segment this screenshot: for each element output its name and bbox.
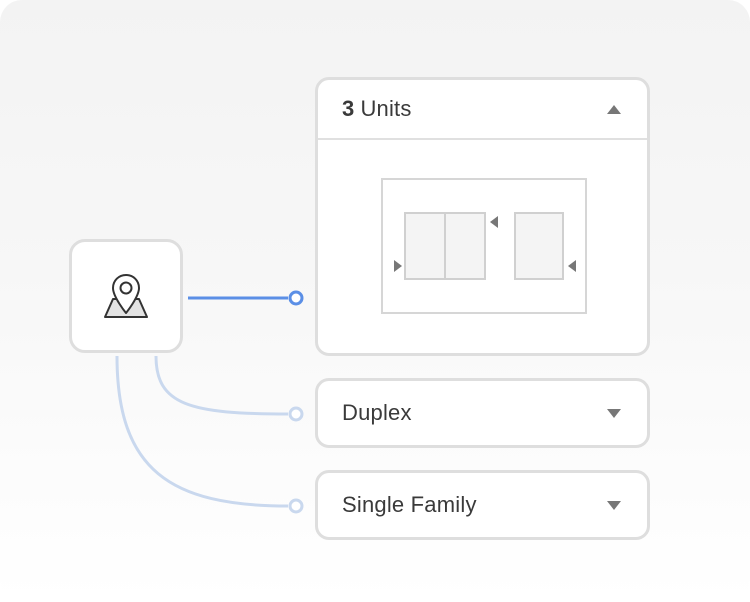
- connector-dot-single-family: [288, 498, 304, 514]
- unit-label: Units: [360, 96, 412, 121]
- connector-inactive-duplex: [154, 355, 289, 416]
- option-card-duplex[interactable]: Duplex: [315, 378, 650, 448]
- floorplan-diagram-icon: [381, 178, 587, 314]
- option-label-duplex: Duplex: [342, 400, 412, 425]
- option-card-single-family[interactable]: Single Family: [315, 470, 650, 540]
- option-header-units[interactable]: 3 Units: [318, 80, 647, 140]
- option-label-single-family: Single Family: [342, 492, 477, 517]
- connector-dot-units: [288, 290, 304, 306]
- option-card-units[interactable]: 3 Units: [315, 77, 650, 356]
- caret-down-icon[interactable]: [607, 500, 621, 510]
- map-pin-icon: [104, 274, 148, 318]
- connector-dot-duplex: [288, 406, 304, 422]
- option-title-units: 3 Units: [342, 96, 412, 122]
- connector-inactive-single-family: [115, 355, 289, 508]
- caret-down-icon[interactable]: [607, 408, 621, 418]
- canvas: 3 Units Duplex Single Family: [0, 0, 750, 602]
- caret-up-icon[interactable]: [607, 104, 621, 114]
- unit-count: 3: [342, 96, 355, 121]
- option-row-single-family[interactable]: Single Family: [318, 473, 647, 537]
- option-row-duplex[interactable]: Duplex: [318, 381, 647, 445]
- location-node[interactable]: [69, 239, 183, 353]
